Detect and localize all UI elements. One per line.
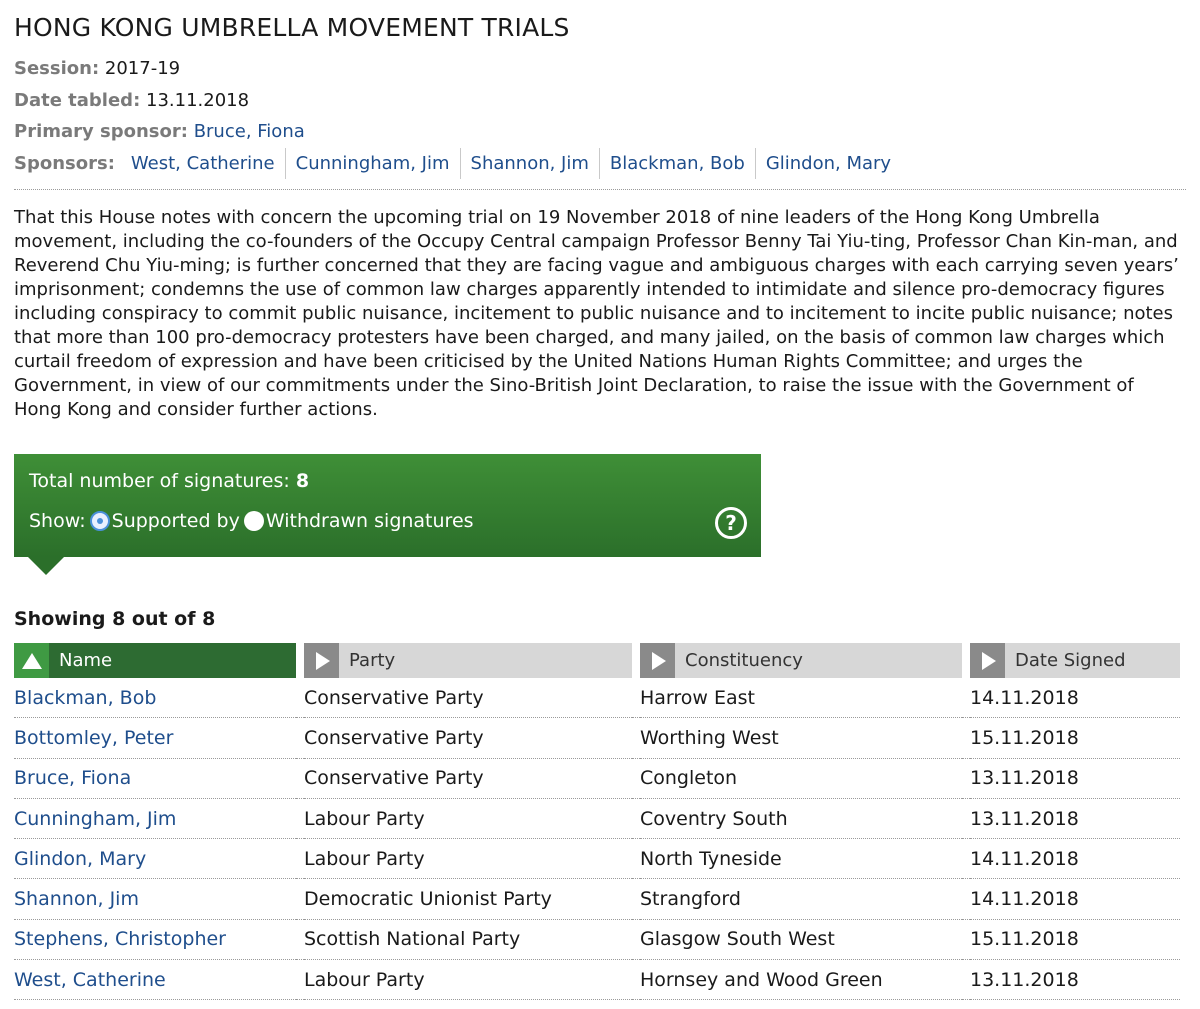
constituency-cell: Coventry South [640, 799, 962, 840]
sort-ascending-icon [14, 643, 49, 678]
party-cell: Labour Party [304, 960, 632, 1001]
constituency-cell: Harrow East [640, 678, 962, 719]
date-cell: 15.11.2018 [970, 718, 1180, 759]
sort-icon [304, 643, 339, 678]
sponsor-link[interactable]: Blackman, Bob [598, 147, 755, 179]
party-cell: Conservative Party [304, 678, 632, 719]
date-cell: 14.11.2018 [970, 879, 1180, 920]
sponsor-link[interactable]: Shannon, Jim [459, 147, 599, 179]
date-tabled-value: 13.11.2018 [146, 89, 250, 111]
signature-total-value: 8 [295, 470, 310, 492]
party-cell: Conservative Party [304, 718, 632, 759]
table-body: Blackman, Bob Conservative Party Harrow … [14, 678, 1180, 1001]
signature-total: Total number of signatures: 8 [29, 468, 761, 494]
table-row: West, Catherine Labour Party Hornsey and… [14, 960, 1180, 1001]
motion-text: That this House notes with concern the u… [14, 207, 1179, 420]
help-icon[interactable]: ? [715, 507, 747, 539]
sponsor-link[interactable]: Glindon, Mary [754, 147, 901, 179]
member-link[interactable]: Shannon, Jim [14, 888, 139, 910]
party-cell: Labour Party [304, 799, 632, 840]
date-cell: 14.11.2018 [970, 678, 1180, 719]
member-link[interactable]: Glindon, Mary [14, 848, 146, 870]
column-header-name[interactable]: Name [14, 643, 296, 678]
date-cell: 13.11.2018 [970, 799, 1180, 840]
table-header-row: Name Party Constituency Date Signed [14, 643, 1180, 678]
column-header-label: Date Signed [1015, 650, 1126, 671]
date-cell: 15.11.2018 [970, 920, 1180, 961]
session-row: Session: 2017-19 [14, 53, 1186, 85]
session-value: 2017-19 [104, 58, 181, 79]
withdrawn-radio[interactable] [243, 511, 264, 531]
table-row: Shannon, Jim Democratic Unionist Party S… [14, 879, 1180, 920]
member-link[interactable]: Blackman, Bob [14, 687, 156, 709]
table-row: Glindon, Mary Labour Party North Tynesid… [14, 839, 1180, 880]
party-cell: Scottish National Party [304, 920, 632, 961]
table-row: Blackman, Bob Conservative Party Harrow … [14, 678, 1180, 719]
supported-radio[interactable] [89, 511, 110, 531]
member-link[interactable]: West, Catherine [14, 969, 166, 991]
table-row: Bruce, Fiona Conservative Party Congleto… [14, 759, 1180, 799]
constituency-cell: Worthing West [640, 718, 962, 759]
supported-option-label[interactable]: Supported by [112, 508, 240, 534]
show-label: Show: [29, 510, 86, 532]
party-cell: Labour Party [304, 839, 632, 880]
date-tabled-label: Date tabled: [14, 89, 141, 111]
sort-icon [970, 643, 1005, 678]
column-header-party[interactable]: Party [304, 643, 632, 678]
party-cell: Democratic Unionist Party [304, 879, 632, 920]
page-title: HONG KONG UMBRELLA MOVEMENT TRIALS [14, 13, 570, 42]
column-header-label: Constituency [685, 650, 803, 671]
date-tabled-row: Date tabled: 13.11.2018 [14, 85, 1186, 117]
signature-filter: Show: Supported by Withdrawn signatures [29, 508, 761, 534]
motion-metadata: Session: 2017-19 Date tabled: 13.11.2018… [14, 53, 1186, 179]
constituency-cell: North Tyneside [640, 839, 962, 880]
member-link[interactable]: Bottomley, Peter [14, 727, 173, 749]
sponsors-list: West, Catherine Cunningham, Jim Shannon,… [131, 147, 901, 180]
primary-sponsor-link[interactable]: Bruce, Fiona [194, 121, 305, 142]
page: HONG KONG UMBRELLA MOVEMENT TRIALS Sessi… [0, 0, 1200, 1001]
column-header-date-signed[interactable]: Date Signed [970, 643, 1180, 678]
member-link[interactable]: Cunningham, Jim [14, 808, 176, 830]
table-row: Stephens, Christopher Scottish National … [14, 920, 1180, 961]
header-gap [632, 643, 640, 678]
sponsor-link[interactable]: West, Catherine [131, 148, 285, 180]
date-cell: 13.11.2018 [970, 960, 1180, 1001]
signatures-panel: Total number of signatures: 8 Show: Supp… [14, 454, 761, 575]
sort-icon [640, 643, 675, 678]
primary-sponsor-row: Primary sponsor: Bruce, Fiona [14, 116, 1186, 148]
member-link[interactable]: Bruce, Fiona [14, 767, 131, 789]
sponsors-label: Sponsors: [14, 152, 115, 174]
sponsors-row: Sponsors: West, Catherine Cunningham, Ji… [14, 147, 1186, 180]
sponsor-link[interactable]: Cunningham, Jim [284, 147, 460, 179]
signatures-table: Name Party Constituency Date Signed Blac… [14, 643, 1180, 1001]
member-link[interactable]: Stephens, Christopher [14, 928, 226, 950]
signature-total-label: Total number of signatures: [29, 470, 290, 492]
date-cell: 14.11.2018 [970, 839, 1180, 880]
column-header-label: Party [349, 650, 396, 671]
table-row: Bottomley, Peter Conservative Party Wort… [14, 718, 1180, 759]
divider [14, 189, 1186, 190]
header-gap [296, 643, 304, 678]
session-label: Session: [14, 58, 100, 79]
constituency-cell: Glasgow South West [640, 920, 962, 961]
party-cell: Conservative Party [304, 759, 632, 799]
withdrawn-option-label[interactable]: Withdrawn signatures [266, 508, 474, 534]
table-row: Cunningham, Jim Labour Party Coventry So… [14, 799, 1180, 840]
constituency-cell: Hornsey and Wood Green [640, 960, 962, 1001]
constituency-cell: Congleton [640, 759, 962, 799]
date-cell: 13.11.2018 [970, 759, 1180, 799]
column-header-label: Name [59, 650, 113, 671]
primary-sponsor-label: Primary sponsor: [14, 121, 188, 142]
column-header-constituency[interactable]: Constituency [640, 643, 962, 678]
results-count: Showing 8 out of 8 [14, 608, 216, 630]
constituency-cell: Strangford [640, 879, 962, 920]
header-gap [962, 643, 970, 678]
